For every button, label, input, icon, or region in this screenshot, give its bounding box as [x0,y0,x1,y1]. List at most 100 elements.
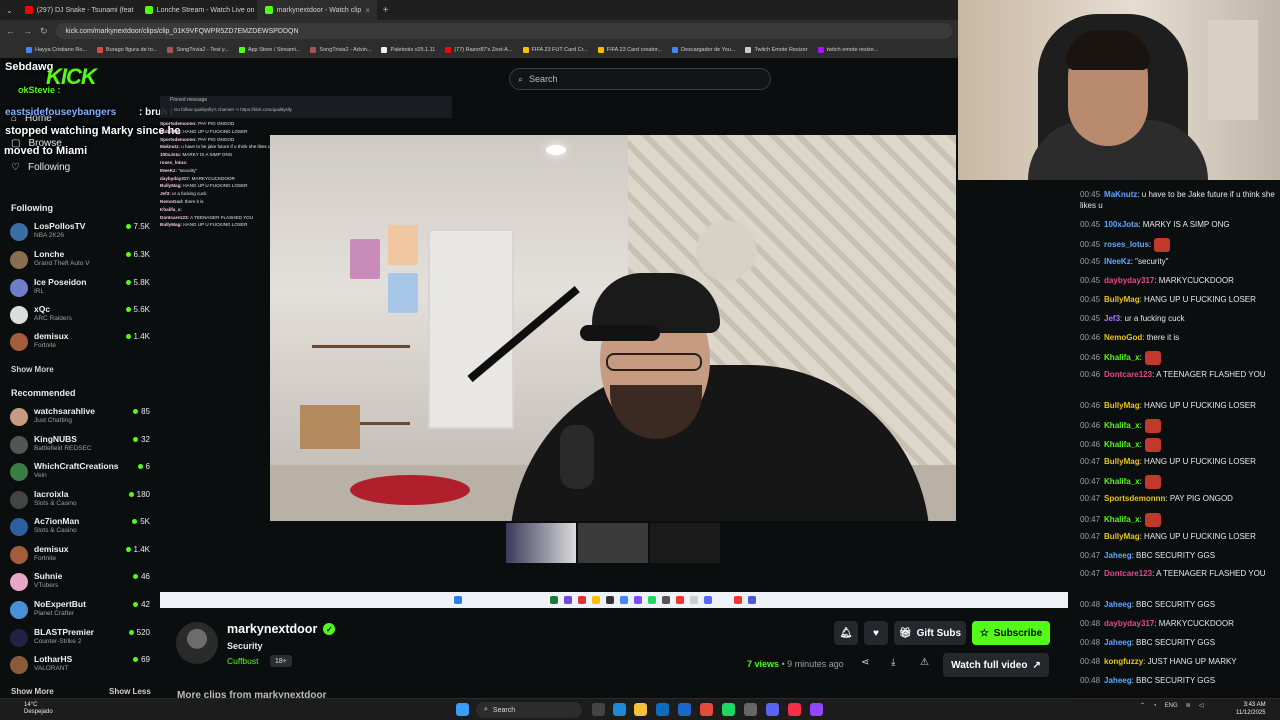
browser-tab-lonche[interactable]: Lonche Stream - Watch Live on × [137,0,257,20]
sidebar-channel[interactable]: Lonche Grand Theft Auto V 6.3K [10,249,150,275]
video-thumbnail[interactable] [506,523,576,563]
bookmark-item[interactable]: Paletools v25.1.11 [381,47,435,53]
show-less-recommended[interactable]: Show Less [109,687,151,696]
chat-username[interactable]: Dontcare123 [1104,370,1152,379]
edge-icon[interactable] [613,703,626,716]
subscribe-button[interactable]: ☆ Subscribe [972,621,1050,645]
sidebar-following[interactable]: ♡ Following [11,162,70,173]
sidebar-channel[interactable]: watchsarahlive Just Chatting 85 [10,406,150,432]
taskbar-search[interactable]: ⌕ Search [476,702,582,718]
mail-icon[interactable] [678,703,691,716]
task-view-icon[interactable] [592,703,605,716]
close-icon[interactable]: × [365,6,370,15]
app-icon[interactable] [810,703,823,716]
sidebar-channel[interactable]: demisux Fortnite 1.4K [10,544,150,570]
chat-username[interactable]: daybyday317 [1104,276,1154,285]
clip-category[interactable]: Cuffbust [227,656,259,666]
volume-icon[interactable]: ◁ [1199,702,1204,709]
bookmark-item[interactable]: Twitch Emote Resizer [745,47,808,53]
sidebar-channel[interactable]: lacroixla Slots & Casino 180 [10,489,150,515]
chat-username[interactable]: INeeKz [1104,257,1131,266]
share-icon[interactable]: ⋖ [861,657,869,668]
sidebar-channel[interactable]: KingNUBS Battlefield REDSEC 32 [10,434,150,460]
wifi-icon[interactable]: ≋ [1186,702,1191,709]
download-icon[interactable]: ⤓ [891,657,895,668]
chat-username[interactable]: Khalifa_x [1104,440,1140,449]
chat-username[interactable]: daybyday317 [1104,619,1154,628]
browser-tab-youtube[interactable]: (297) DJ Snake - Tsunami (feat × [17,0,137,20]
app-icon[interactable] [744,703,757,716]
sidebar-channel[interactable]: xQc ARC Raiders 5.6K [10,304,150,330]
channel-name[interactable]: markynextdoor [227,622,317,636]
chat-username[interactable]: Khalifa_x [1104,353,1140,362]
discord-icon[interactable] [766,703,779,716]
chat-username[interactable]: BullyMag [1104,295,1140,304]
search-input[interactable]: ⌕ Search [509,68,771,90]
chat-username[interactable]: BullyMag [1104,457,1140,466]
follow-button[interactable]: ♥ [864,621,888,645]
chat-username[interactable]: Dontcare123 [1104,569,1152,578]
back-icon[interactable]: ← [6,26,15,36]
chat-username[interactable]: Jaheeg [1104,551,1132,560]
bookmark-item[interactable]: Hayya Cristiano Ro... [26,47,87,53]
bookmark-item[interactable]: FIFA 23 Card creator... [597,47,662,53]
sidebar-channel[interactable]: WhichCraftCreations Vein 6 [10,461,150,487]
spotify-icon[interactable] [722,703,735,716]
show-more-following[interactable]: Show More [11,365,54,374]
sidebar-channel[interactable]: demisux Fortnite 1.4K [10,331,150,357]
forward-icon[interactable]: → [23,26,32,36]
report-icon[interactable]: ⚠ [920,657,929,668]
channel-avatar[interactable] [176,622,218,664]
chat-username[interactable]: BullyMag [1104,401,1140,410]
file-explorer-icon[interactable] [634,703,647,716]
bookmark-item[interactable]: SongTrivia2 - Advin... [310,47,371,53]
sidebar-channel[interactable]: Ac7ionMan Slots & Casino 5K [10,516,150,542]
video-player[interactable] [270,135,956,521]
browser-tab-markynextdoor[interactable]: markynextdoor - Watch clip × [256,0,377,20]
tab-search-icon[interactable]: ⌄ [0,6,17,15]
show-more-recommended[interactable]: Show More [11,687,54,696]
chat-username[interactable]: kongfuzzy [1104,657,1143,666]
store-icon[interactable] [656,703,669,716]
bookmark-item[interactable]: Descargador de You... [672,47,735,53]
network-icon[interactable]: ◔ [1153,703,1157,709]
chat-username[interactable]: Sportsdemonnn [1104,494,1165,503]
chevron-up-icon[interactable]: ⌃ [1140,702,1145,709]
chat-username[interactable]: Jef3 [1104,314,1120,323]
watch-full-video-button[interactable]: Watch full video ↗ [943,653,1049,677]
language-indicator[interactable]: ENG [1165,703,1178,709]
chat-username[interactable]: Jaheeg [1104,638,1132,647]
chat-username[interactable]: 100xJota [1104,220,1138,229]
chat-username[interactable]: Jaheeg [1104,600,1132,609]
notifications-button[interactable]: 🔔︎ [834,621,858,645]
reload-icon[interactable]: ↻ [40,26,48,37]
chat-username[interactable]: NemoGod [1104,333,1142,342]
bookmark-item[interactable]: Burago figura de to... [96,47,157,53]
chat-username[interactable]: Khalifa_x [1104,421,1140,430]
chat-username[interactable]: BullyMag [1104,532,1140,541]
sidebar-channel[interactable]: LosPollosTV NBA 2K26 7.5K [10,221,150,247]
weather-widget[interactable]: 14°C Despejado [24,702,53,716]
chat-username[interactable]: Khalifa_x [1104,515,1140,524]
music-icon[interactable] [788,703,801,716]
new-tab-icon[interactable]: + [377,5,395,16]
taskbar-clock[interactable]: 3:43 AM 11/12/2025 [1236,701,1266,717]
gift-subs-button[interactable]: 🎁︎ Gift Subs [894,621,966,645]
chat-username[interactable]: Khalifa_x [1104,477,1140,486]
sidebar-channel[interactable]: LotharHS VALORANT 69 [10,654,150,680]
chrome-icon[interactable] [700,703,713,716]
bookmark-item[interactable]: FIFA 23 FUT Card Cr... [522,47,588,53]
chat-username[interactable]: Jaheeg [1104,676,1132,685]
video-thumbnail[interactable] [650,523,720,563]
sidebar-channel[interactable]: BLASTPremier Counter-Strike 2 520 [10,627,150,653]
sidebar-channel[interactable]: Suhnie VTubers 46 [10,571,150,597]
chat-username[interactable]: MaKnutz [1104,190,1137,199]
url-field[interactable]: kick.com/markynextdoor/clips/clip_01K9VF… [55,23,952,39]
sidebar-channel[interactable]: Ice Poseidon IRL 5.8K [10,277,150,303]
sidebar-channel[interactable]: NoExpertBut Planet Crafter 42 [10,599,150,625]
windows-start-icon[interactable] [456,703,469,716]
bookmark-item[interactable]: SongTrivia2 - Test y... [167,47,229,53]
video-thumbnail[interactable] [578,523,648,563]
bookmark-item[interactable]: twitch emote resize... [817,47,878,53]
chat-username[interactable]: roses_lotus [1104,240,1149,249]
